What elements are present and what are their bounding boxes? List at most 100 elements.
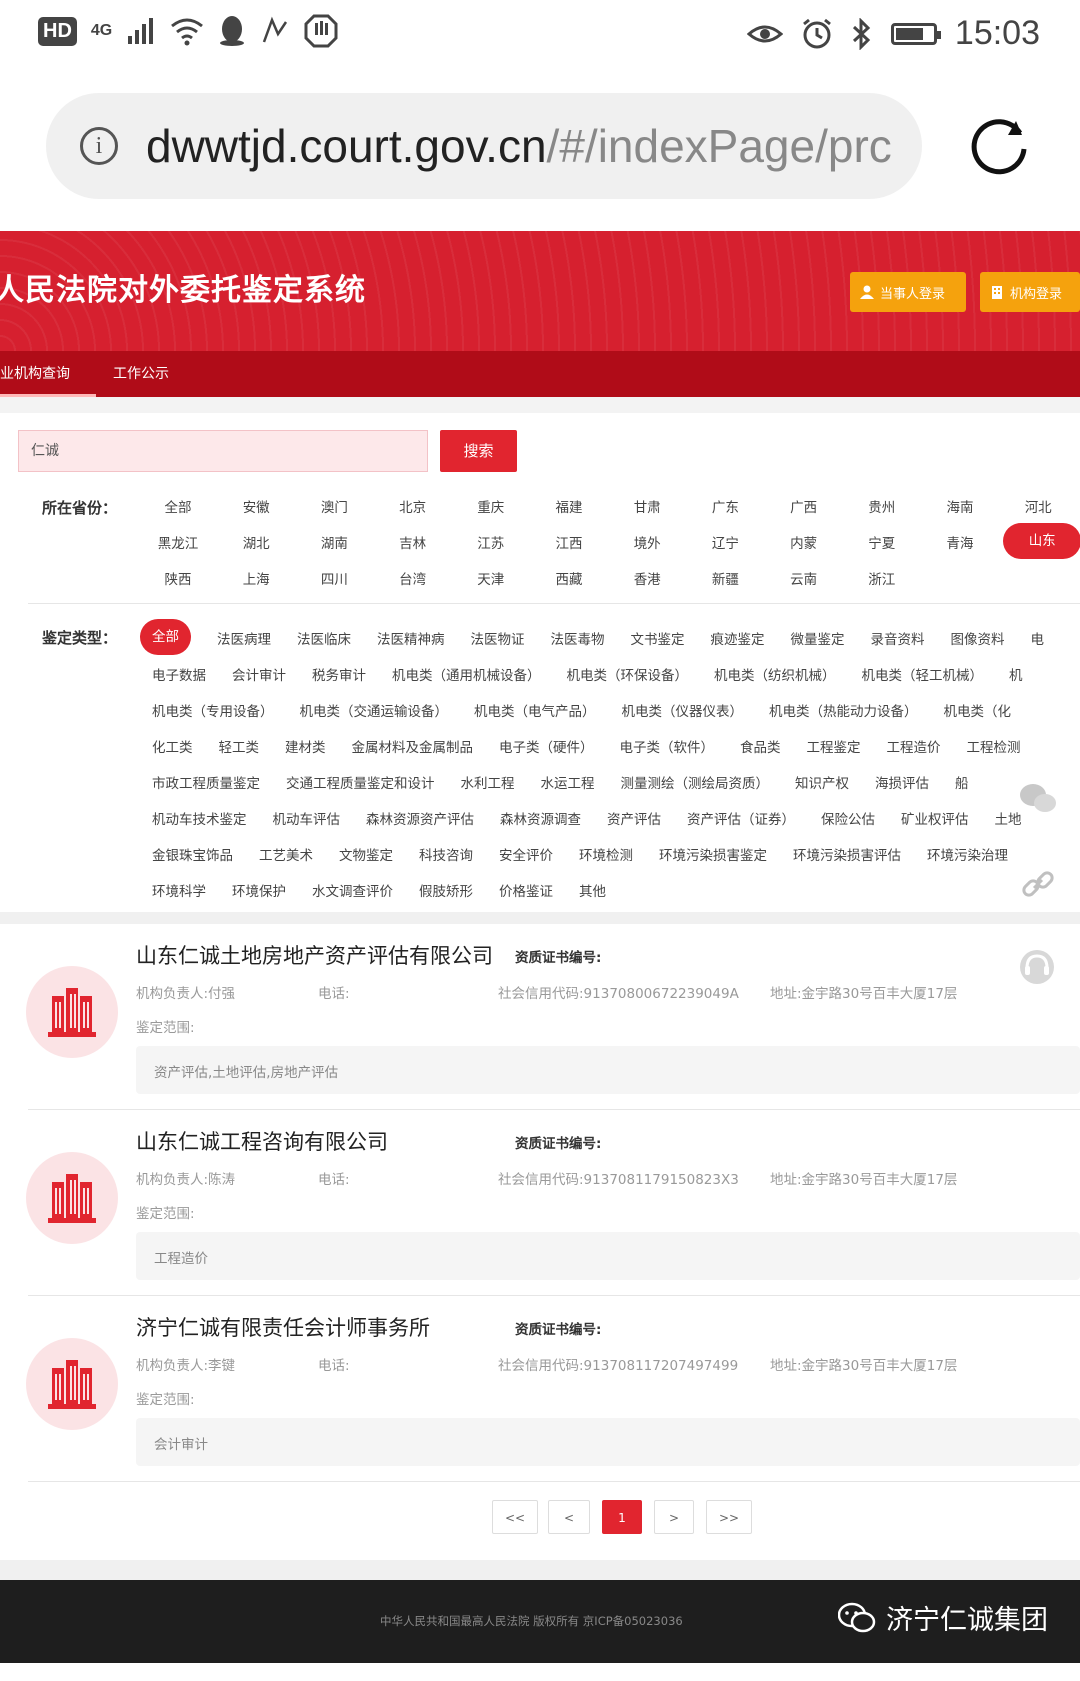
province-option[interactable]: 重庆	[456, 496, 526, 516]
type-option[interactable]: 其他	[579, 880, 606, 900]
type-option[interactable]: 价格鉴证	[499, 880, 553, 900]
type-option[interactable]: 电	[1031, 628, 1045, 648]
type-option[interactable]: 机电类（通用机械设备）	[392, 664, 541, 684]
province-option[interactable]: 境外	[612, 532, 682, 552]
page-next-button[interactable]: >	[654, 1500, 694, 1534]
type-option[interactable]: 法医临床	[297, 628, 351, 648]
type-option[interactable]: 船	[955, 772, 969, 792]
type-option[interactable]: 金属材料及金属制品	[352, 736, 474, 756]
type-option[interactable]: 资产评估	[607, 808, 661, 828]
type-option[interactable]: 法医物证	[471, 628, 525, 648]
org-name[interactable]: 山东仁诚土地房地产资产评估有限公司	[136, 940, 493, 970]
search-button[interactable]: 搜索	[440, 430, 517, 472]
type-option[interactable]: 图像资料	[951, 628, 1005, 648]
type-option[interactable]: 环境污染治理	[927, 844, 1008, 864]
province-option[interactable]: 上海	[221, 568, 291, 588]
type-option[interactable]: 工程造价	[887, 736, 941, 756]
province-option[interactable]: 西藏	[534, 568, 604, 588]
type-option[interactable]: 机电类（轻工机械）	[862, 664, 984, 684]
province-option[interactable]: 云南	[769, 568, 839, 588]
type-option[interactable]: 全部	[140, 619, 191, 655]
province-option[interactable]: 新疆	[690, 568, 760, 588]
type-option[interactable]: 电子类（软件）	[620, 736, 715, 756]
type-option[interactable]: 环境保护	[232, 880, 286, 900]
province-option[interactable]: 广东	[690, 496, 760, 516]
type-option[interactable]: 海损评估	[875, 772, 929, 792]
page-last-button[interactable]: >>	[706, 1500, 752, 1534]
type-option[interactable]: 工程检测	[967, 736, 1021, 756]
province-option[interactable]: 全部	[143, 496, 213, 516]
type-option[interactable]: 微量鉴定	[791, 628, 845, 648]
province-option[interactable]: 天津	[456, 568, 526, 588]
province-option[interactable]: 吉林	[378, 532, 448, 552]
type-option[interactable]: 工程鉴定	[807, 736, 861, 756]
type-option[interactable]: 测量测绘（测绘局资质）	[621, 772, 770, 792]
province-option[interactable]: 浙江	[847, 568, 917, 588]
province-option[interactable]: 山东	[1003, 523, 1080, 559]
province-option[interactable]: 澳门	[299, 496, 369, 516]
type-option[interactable]: 森林资源调查	[500, 808, 581, 828]
province-option[interactable]: 香港	[612, 568, 682, 588]
province-option[interactable]: 湖北	[221, 532, 291, 552]
province-option[interactable]: 黑龙江	[143, 532, 213, 552]
type-option[interactable]: 文物鉴定	[339, 844, 393, 864]
type-option[interactable]: 交通工程质量鉴定和设计	[286, 772, 435, 792]
reload-icon[interactable]	[968, 115, 1030, 177]
province-option[interactable]: 青海	[925, 532, 995, 552]
type-option[interactable]: 电子类（硬件）	[499, 736, 594, 756]
province-option[interactable]: 湖南	[299, 532, 369, 552]
province-option[interactable]: 河北	[1003, 496, 1073, 516]
type-option[interactable]: 食品类	[740, 736, 781, 756]
type-option[interactable]: 环境污染损害评估	[793, 844, 901, 864]
customer-service-icon[interactable]	[1018, 948, 1056, 986]
province-option[interactable]: 辽宁	[690, 532, 760, 552]
type-option[interactable]: 机电类（交通运输设备）	[300, 700, 449, 720]
province-option[interactable]: 江西	[534, 532, 604, 552]
type-option[interactable]: 机电类（电气产品）	[474, 700, 596, 720]
type-option[interactable]: 会计审计	[232, 664, 286, 684]
address-bar[interactable]: i dwwtjd.court.gov.cn/#/indexPage/prc	[46, 93, 922, 199]
type-option[interactable]: 机动车评估	[273, 808, 341, 828]
type-option[interactable]: 环境科学	[152, 880, 206, 900]
type-option[interactable]: 市政工程质量鉴定	[152, 772, 260, 792]
type-option[interactable]: 矿业权评估	[901, 808, 969, 828]
type-option[interactable]: 机电类（仪器仪表）	[622, 700, 744, 720]
org-card[interactable]: 山东仁诚土地房地产资产评估有限公司 资质证书编号: 机构负责人:付强 电话: 社会信用代…	[0, 924, 1080, 1110]
type-option[interactable]: 森林资源资产评估	[366, 808, 474, 828]
type-option[interactable]: 机电类（热能动力设备）	[769, 700, 918, 720]
type-option[interactable]: 建材类	[285, 736, 326, 756]
province-option[interactable]: 海南	[925, 496, 995, 516]
type-option[interactable]: 法医病理	[217, 628, 271, 648]
type-option[interactable]: 环境检测	[579, 844, 633, 864]
org-name[interactable]: 济宁仁诚有限责任会计师事务所	[136, 1312, 430, 1342]
type-option[interactable]: 水运工程	[541, 772, 595, 792]
province-option[interactable]: 贵州	[847, 496, 917, 516]
type-option[interactable]: 假肢矫形	[419, 880, 473, 900]
type-option[interactable]: 保险公估	[821, 808, 875, 828]
type-option[interactable]: 机动车技术鉴定	[152, 808, 247, 828]
party-login-button[interactable]: 当事人登录	[850, 272, 966, 312]
type-option[interactable]: 电子数据	[152, 664, 206, 684]
org-name[interactable]: 山东仁诚工程咨询有限公司	[136, 1126, 388, 1156]
province-option[interactable]: 江苏	[456, 532, 526, 552]
province-option[interactable]: 内蒙	[769, 532, 839, 552]
province-option[interactable]: 台湾	[378, 568, 448, 588]
type-option[interactable]: 痕迹鉴定	[711, 628, 765, 648]
province-option[interactable]: 宁夏	[847, 532, 917, 552]
type-option[interactable]: 知识产权	[795, 772, 849, 792]
type-option[interactable]: 机电类（纺织机械）	[714, 664, 836, 684]
province-option[interactable]: 四川	[299, 568, 369, 588]
type-option[interactable]: 税务审计	[312, 664, 366, 684]
page-first-button[interactable]: <<	[492, 1500, 538, 1534]
type-option[interactable]: 文书鉴定	[631, 628, 685, 648]
url-text[interactable]: dwwtjd.court.gov.cn/#/indexPage/prc	[146, 119, 916, 173]
type-option[interactable]: 轻工类	[219, 736, 260, 756]
province-option[interactable]: 广西	[769, 496, 839, 516]
org-card[interactable]: 山东仁诚工程咨询有限公司 资质证书编号: 机构负责人:陈涛 电话: 社会信用代码:913…	[0, 1110, 1080, 1296]
type-option[interactable]: 水利工程	[461, 772, 515, 792]
province-option[interactable]: 福建	[534, 496, 604, 516]
type-option[interactable]: 机电类（环保设备）	[567, 664, 689, 684]
page-1-button[interactable]: 1	[602, 1500, 642, 1534]
type-option[interactable]: 环境污染损害鉴定	[659, 844, 767, 864]
type-option[interactable]: 工艺美术	[259, 844, 313, 864]
